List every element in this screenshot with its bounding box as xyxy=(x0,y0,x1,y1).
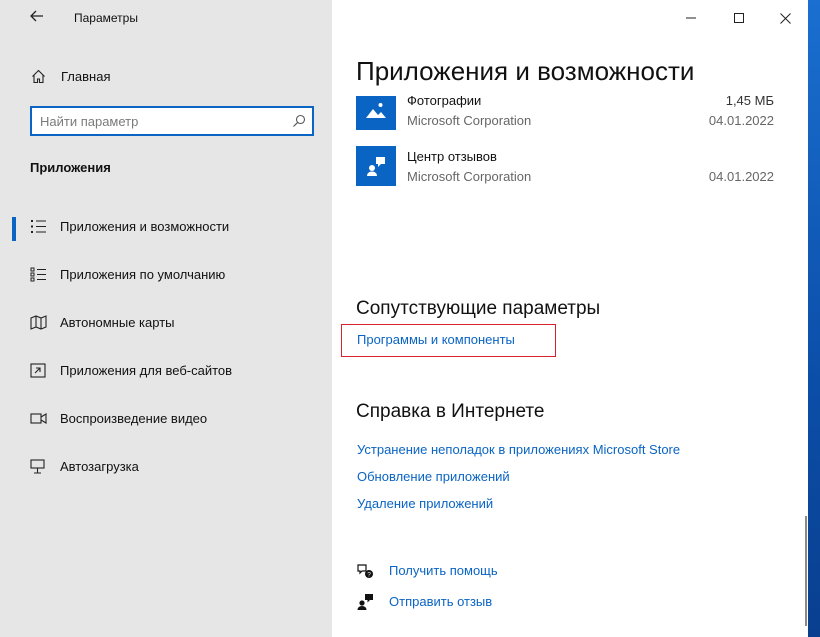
sidebar-item-video-playback[interactable]: Воспроизведение видео xyxy=(0,399,332,439)
home-label: Главная xyxy=(61,68,111,84)
maximize-icon xyxy=(734,13,744,23)
app-date: 04.01.2022 xyxy=(708,169,774,184)
search-box[interactable] xyxy=(30,106,314,136)
get-help-link[interactable]: ? Получить помощь xyxy=(356,560,656,582)
startup-icon xyxy=(30,458,47,475)
app-publisher: Microsoft Corporation xyxy=(407,169,532,184)
home-icon xyxy=(30,68,46,84)
get-help-label: Получить помощь xyxy=(389,563,498,578)
apps-list-icon xyxy=(30,218,47,235)
programs-features-link[interactable]: Программы и компоненты xyxy=(357,332,515,347)
send-feedback-link[interactable]: Отправить отзыв xyxy=(356,591,656,613)
sidebar-item-label: Приложения по умолчанию xyxy=(60,267,226,282)
sidebar-item-label: Приложения для веб-сайтов xyxy=(60,363,233,378)
back-arrow-icon xyxy=(30,10,43,22)
sidebar-item-offline-maps[interactable]: Автономные карты xyxy=(0,303,332,343)
content-pane: Приложения и возможности Фотографии Micr… xyxy=(332,0,808,637)
send-feedback-icon xyxy=(357,594,373,610)
sidebar-item-label: Приложения и возможности xyxy=(60,219,230,234)
app-list: Фотографии Microsoft Corporation 1,45 МБ… xyxy=(332,96,808,296)
sidebar-item-label: Автономные карты xyxy=(60,315,175,330)
sidebar: Параметры Главная Приложения xyxy=(0,0,332,637)
video-icon xyxy=(30,410,47,427)
app-date: 04.01.2022 xyxy=(708,113,774,128)
troubleshoot-store-apps-link[interactable]: Устранение неполадок в приложениях Micro… xyxy=(357,442,680,457)
close-icon xyxy=(779,12,791,24)
feedback-hub-icon xyxy=(356,146,396,186)
update-apps-link[interactable]: Обновление приложений xyxy=(357,469,510,484)
home-link[interactable]: Главная xyxy=(30,64,110,88)
list-item[interactable]: Центр отзывов Microsoft Corporation 04.0… xyxy=(356,146,786,190)
title-bar: Параметры xyxy=(0,0,332,36)
minimize-button[interactable] xyxy=(668,0,714,36)
photos-icon xyxy=(356,96,396,130)
related-settings-heading: Сопутствующие параметры xyxy=(356,298,601,319)
search-input[interactable] xyxy=(40,113,280,129)
online-help-heading: Справка в Интернете xyxy=(356,401,545,422)
app-name: Фотографии xyxy=(407,96,482,108)
sidebar-item-web-apps[interactable]: Приложения для веб-сайтов xyxy=(0,351,332,391)
sidebar-item-startup[interactable]: Автозагрузка xyxy=(0,447,332,487)
page-title: Приложения и возможности xyxy=(356,56,695,86)
close-button[interactable] xyxy=(762,0,808,36)
send-feedback-label: Отправить отзыв xyxy=(389,594,493,609)
maximize-button[interactable] xyxy=(716,0,762,36)
sidebar-item-default-apps[interactable]: Приложения по умолчанию xyxy=(0,255,332,295)
section-title: Приложения xyxy=(30,160,111,175)
app-name: Центр отзывов xyxy=(407,149,497,164)
default-apps-icon xyxy=(30,266,47,283)
scrollbar[interactable] xyxy=(805,516,807,626)
web-apps-icon xyxy=(30,362,47,379)
sidebar-item-label: Воспроизведение видео xyxy=(60,411,208,426)
window-title: Параметры xyxy=(74,11,138,25)
desktop-background xyxy=(808,0,820,637)
selected-indicator xyxy=(12,217,16,241)
sidebar-item-apps-features[interactable]: Приложения и возможности xyxy=(0,207,332,247)
svg-text:?: ? xyxy=(367,572,371,579)
search-icon[interactable] xyxy=(292,114,306,128)
list-item[interactable]: Фотографии Microsoft Corporation 1,45 МБ… xyxy=(356,96,786,134)
uninstall-apps-link[interactable]: Удаление приложений xyxy=(357,496,493,511)
map-icon xyxy=(30,314,47,331)
app-publisher: Microsoft Corporation xyxy=(407,113,532,128)
back-button[interactable] xyxy=(24,7,50,29)
get-help-icon: ? xyxy=(357,564,373,579)
app-size: 1,45 МБ xyxy=(725,96,774,108)
settings-window: Параметры Главная Приложения xyxy=(0,0,808,637)
minimize-icon xyxy=(686,17,696,19)
sidebar-item-label: Автозагрузка xyxy=(60,459,139,474)
